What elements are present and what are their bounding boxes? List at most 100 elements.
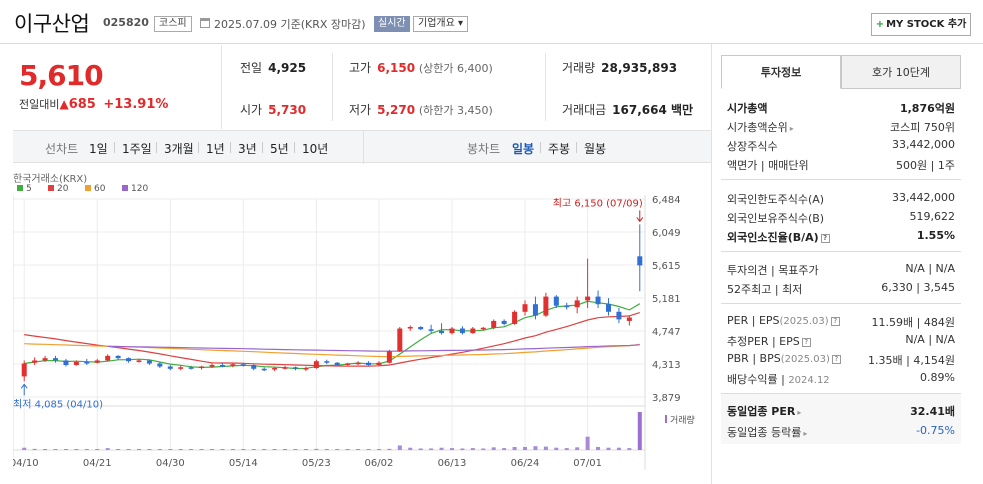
- candle-body: [199, 366, 205, 369]
- candlestick-chart[interactable]: 6,484 6,049 5,615 5,181 4,747 4,313 3,879 04/10…: [13, 170, 712, 470]
- volume-bar: [627, 448, 632, 450]
- help-icon[interactable]: ?: [830, 317, 840, 326]
- volume-bar: [575, 447, 580, 450]
- volume-bar: [523, 446, 528, 450]
- volume-bar: [262, 449, 267, 450]
- row-cap-rank[interactable]: 시가총액순위 ▸ 코스피 750위: [727, 117, 955, 135]
- tab-investment-info[interactable]: 투자정보: [721, 55, 841, 89]
- candle-body: [407, 326, 413, 329]
- candle-body: [626, 317, 632, 321]
- legend-swatch: [48, 185, 54, 191]
- tab-1y[interactable]: 1년: [206, 140, 225, 157]
- stat-volume: 거래량 28,935,893: [562, 61, 678, 75]
- volume-bar: [418, 448, 423, 450]
- divider: [262, 142, 263, 153]
- divider: [332, 53, 333, 121]
- volume-bar: [157, 449, 162, 450]
- stat-high: 고가 6,150 (상한가 6,400): [349, 61, 493, 75]
- volume-bar: [606, 447, 611, 450]
- divider: [576, 142, 577, 153]
- legend-label: 120: [131, 184, 148, 194]
- tab-10y[interactable]: 10년: [302, 140, 328, 157]
- candle-body: [574, 300, 580, 308]
- candle-body: [115, 355, 121, 359]
- volume-bar: [554, 447, 559, 450]
- row-52week: 52주최고 | 최저 6,330 | 3,545: [727, 281, 955, 296]
- candle-chart-label: 봉차트: [467, 142, 501, 156]
- volume-bar: [230, 449, 235, 450]
- volume-bar: [84, 449, 89, 450]
- candle-body: [470, 328, 476, 334]
- divider: [540, 142, 541, 153]
- candle-body: [532, 304, 538, 316]
- min-price-label: 최저 4,085 (04/10): [13, 398, 103, 410]
- x-tick-label: 06/24: [511, 458, 540, 469]
- row-foreign-limit: 외국인한도주식수(A) 33,442,000: [727, 191, 955, 206]
- divider: [545, 53, 546, 121]
- tab-1w[interactable]: 1주일: [122, 140, 152, 157]
- volume-bar: [564, 448, 569, 450]
- tab-5y[interactable]: 5년: [270, 140, 289, 157]
- legend-label: 20: [57, 184, 69, 194]
- divider: [230, 142, 231, 153]
- volume-bar: [345, 449, 350, 450]
- candle-body: [63, 360, 69, 366]
- candle-body: [292, 367, 298, 369]
- volume-legend-swatch: [665, 415, 667, 423]
- candle-body: [188, 367, 194, 369]
- price-stats: 전일 4,925 시가 5,730 고가 6,150 (상한가 6,400) 저가 5,…: [222, 45, 712, 129]
- divider: [721, 251, 961, 252]
- tab-1d[interactable]: 1일: [89, 140, 108, 157]
- candle-body: [480, 327, 486, 330]
- tab-monthly[interactable]: 월봉: [584, 140, 606, 157]
- help-icon[interactable]: ?: [801, 338, 811, 347]
- volume-bar: [502, 448, 507, 450]
- price-summary: 5,610 전일대비▲685 +13.91%: [13, 45, 222, 129]
- help-icon[interactable]: ?: [831, 355, 841, 364]
- candle-body: [32, 360, 38, 363]
- volume-bar: [303, 449, 308, 450]
- candle-body: [459, 328, 465, 334]
- current-price: 5,610: [19, 59, 104, 92]
- tab-weekly[interactable]: 주봉: [548, 140, 570, 157]
- volume-bar: [408, 447, 413, 450]
- row-foreign-rate: 외국인소진율(B/A)? 1.55%: [727, 229, 955, 244]
- candle-body: [105, 355, 111, 361]
- candle-body: [136, 360, 142, 362]
- volume-bar: [95, 449, 100, 450]
- y-tick-label: 3,879: [652, 393, 681, 404]
- line-chart-label: 선차트: [45, 142, 79, 156]
- help-icon[interactable]: ?: [820, 234, 830, 243]
- add-mystock-button[interactable]: + MY STOCK 추가: [871, 13, 971, 36]
- candle-body: [512, 311, 518, 324]
- tab-orderbook[interactable]: 호가 10단계: [841, 55, 961, 89]
- volume-bar: [116, 449, 121, 450]
- row-shares: 상장주식수 33,442,000: [727, 138, 955, 153]
- volume-bar: [210, 449, 215, 450]
- row-sector-per[interactable]: 동일업종 PER ▸ 32.41배: [727, 401, 955, 419]
- tab-3y[interactable]: 3년: [238, 140, 257, 157]
- divider: [721, 303, 961, 304]
- candle-body: [251, 365, 257, 369]
- candle-body: [355, 362, 361, 365]
- row-sector-change[interactable]: 동일업종 등락률 ▸ -0.75%: [727, 422, 955, 440]
- candle-body: [73, 361, 79, 366]
- volume-bar: [168, 449, 173, 450]
- tab-daily[interactable]: 일봉: [512, 140, 534, 157]
- change-percent: +13.91%: [103, 97, 169, 112]
- divider: [198, 142, 199, 153]
- y-tick-label: 5,615: [652, 261, 681, 272]
- candle-body: [84, 361, 90, 364]
- tab-3m[interactable]: 3개월: [164, 140, 194, 157]
- add-mystock-label: MY STOCK 추가: [886, 19, 967, 30]
- change-value: 685: [68, 97, 96, 112]
- y-tick-label: 5,181: [652, 294, 681, 305]
- volume-bar: [335, 449, 340, 450]
- price-date: 2025.07.09 기준(KRX 장마감): [214, 18, 366, 31]
- company-info-dropdown[interactable]: 기업개요 ▾: [413, 16, 468, 32]
- volume-bar: [324, 449, 329, 450]
- volume-bar: [105, 448, 110, 450]
- volume-bar: [53, 449, 58, 450]
- realtime-button[interactable]: 실시간: [374, 16, 410, 32]
- y-tick-label: 4,747: [652, 327, 681, 338]
